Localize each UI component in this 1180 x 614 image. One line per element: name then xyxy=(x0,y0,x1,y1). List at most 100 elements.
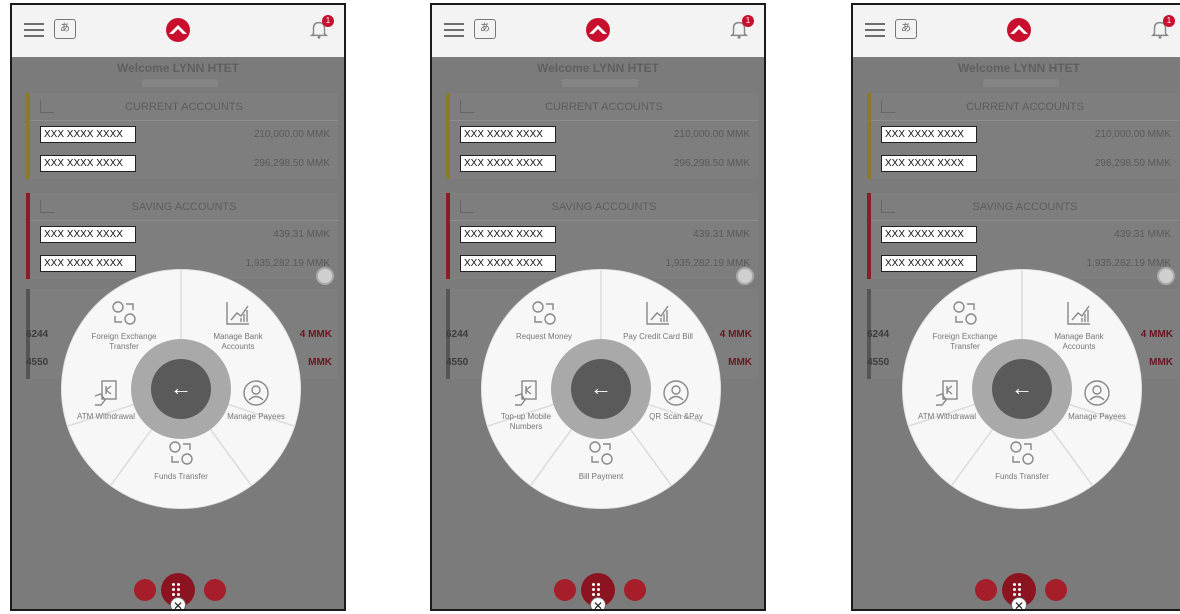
chart-icon xyxy=(460,200,474,213)
language-switch-icon[interactable]: あ xyxy=(54,19,76,39)
account-balance: 210,000.00 MMK xyxy=(1094,129,1171,140)
card-title: SAVING ACCOUNTS xyxy=(972,201,1078,213)
hamburger-menu-icon[interactable] xyxy=(865,23,885,37)
chart-icon xyxy=(881,100,895,113)
wheel-item-label: ATM Withdrawal xyxy=(76,412,136,421)
saving-accounts-card[interactable]: SAVING ACCOUNTS XXX XXXX XXXX 439.31 MMK… xyxy=(867,193,1179,279)
account-row[interactable]: XXX XXXX XXXX 296,298.50 MMK xyxy=(450,150,758,179)
account-number: XXX XXXX XXXX xyxy=(460,155,556,172)
dock-right-icon[interactable] xyxy=(204,579,226,601)
card-number-partial: 4550 xyxy=(446,357,469,368)
account-number: XXX XXXX XXXX xyxy=(881,226,977,243)
account-balance: 1,935,282.19 MMK xyxy=(245,258,331,269)
grid-dots-icon xyxy=(591,582,605,596)
wheel-item-top-right[interactable]: Manage Bank Accounts xyxy=(198,298,278,352)
bank-accounts-chart-icon xyxy=(1067,302,1090,325)
close-icon[interactable]: ✕ xyxy=(590,597,606,609)
saving-accounts-card[interactable]: SAVING ACCOUNTS XXX XXXX XXXX 439.31 MMK… xyxy=(446,193,758,279)
wheel-item-label: Funds Transfer xyxy=(995,472,1049,481)
payee-user-icon xyxy=(1084,380,1110,406)
account-balance: 296,298.50 MMK xyxy=(1094,158,1171,169)
top-bar: あ 1 xyxy=(432,5,764,57)
wheel-item-label: Pay Credit Card Bill xyxy=(623,332,693,341)
funds-transfer-icon xyxy=(169,441,193,465)
wheel-item-label: Funds Transfer xyxy=(154,472,208,481)
account-number: XXX XXXX XXXX xyxy=(460,126,556,143)
phone-screen-1: あ 1 Welcome LYNN HTET CURRENT ACCOUNTS X… xyxy=(10,3,346,611)
card-title: CURRENT ACCOUNTS xyxy=(545,101,663,113)
close-icon[interactable]: ✕ xyxy=(170,597,186,609)
back-arrow-icon[interactable]: ← xyxy=(151,359,211,419)
account-number: XXX XXXX XXXX xyxy=(881,155,977,172)
back-arrow-icon[interactable]: ← xyxy=(992,359,1052,419)
card-balance-partial: 4 MMK xyxy=(719,329,752,340)
wheel-item-top-left[interactable]: Request Money xyxy=(504,298,584,342)
atm-hand-icon xyxy=(935,380,958,406)
bottom-dock: ✕ xyxy=(12,569,344,609)
dock-right-icon[interactable] xyxy=(1045,579,1067,601)
bank-accounts-chart-icon xyxy=(646,302,669,325)
notification-badge: 1 xyxy=(742,15,754,27)
account-balance: 439.31 MMK xyxy=(1114,229,1171,240)
atm-hand-icon xyxy=(94,380,117,406)
saving-accounts-card[interactable]: SAVING ACCOUNTS XXX XXXX XXXX 439.31 MMK… xyxy=(26,193,338,279)
language-switch-icon[interactable]: あ xyxy=(895,19,917,39)
funds-transfer-icon xyxy=(589,441,613,465)
wheel-item-label: Foreign Exchange Transfer xyxy=(932,332,998,351)
wheel-item-bottom[interactable]: Funds Transfer xyxy=(982,438,1062,482)
wheel-item-bottom[interactable]: Bill Payment xyxy=(561,438,641,482)
phone-screen-3: あ 1 Welcome LYNN HTET CURRENT ACCOUNTS X… xyxy=(851,3,1180,611)
current-accounts-card[interactable]: CURRENT ACCOUNTS XXX XXXX XXXX 210,000.0… xyxy=(446,93,758,179)
notification-bell-icon[interactable]: 1 xyxy=(1149,15,1175,42)
hamburger-menu-icon[interactable] xyxy=(444,23,464,37)
chart-icon xyxy=(40,100,54,113)
dock-left-icon[interactable] xyxy=(554,579,576,601)
back-arrow-icon[interactable]: ← xyxy=(571,359,631,419)
dock-right-icon[interactable] xyxy=(624,579,646,601)
current-accounts-card[interactable]: CURRENT ACCOUNTS XXX XXXX XXXX 210,000.0… xyxy=(867,93,1179,179)
chart-icon xyxy=(40,200,54,213)
notification-bell-icon[interactable]: 1 xyxy=(308,15,334,42)
card-balance-partial: 4 MMK xyxy=(299,329,332,340)
wheel-item-label: Manage Payees xyxy=(1068,412,1126,421)
settings-gear-icon[interactable] xyxy=(736,267,754,285)
current-accounts-card[interactable]: CURRENT ACCOUNTS XXX XXXX XXXX 210,000.0… xyxy=(26,93,338,179)
account-row[interactable]: XXX XXXX XXXX 296,298.50 MMK xyxy=(871,150,1179,179)
close-icon[interactable]: ✕ xyxy=(1011,597,1027,609)
account-row[interactable]: XXX XXXX XXXX 439.31 MMK xyxy=(871,221,1179,250)
account-number: XXX XXXX XXXX xyxy=(881,126,977,143)
account-row[interactable]: XXX XXXX XXXX 210,000.00 MMK xyxy=(450,121,758,150)
notification-bell-icon[interactable]: 1 xyxy=(728,15,754,42)
account-row[interactable]: XXX XXXX XXXX 210,000.00 MMK xyxy=(30,121,338,150)
settings-gear-icon[interactable] xyxy=(1157,267,1175,285)
card-balance-partial: MMK xyxy=(728,357,752,368)
hamburger-menu-icon[interactable] xyxy=(24,23,44,37)
bottom-dock: ✕ xyxy=(853,569,1180,609)
wheel-item-top-left[interactable]: Foreign Exchange Transfer xyxy=(84,298,164,352)
welcome-text: Welcome LYNN HTET xyxy=(957,61,1081,75)
wheel-item-top-right[interactable]: Pay Credit Card Bill xyxy=(618,298,698,342)
card-title: CURRENT ACCOUNTS xyxy=(966,101,1084,113)
account-row[interactable]: XXX XXXX XXXX 439.31 MMK xyxy=(450,221,758,250)
settings-gear-icon[interactable] xyxy=(316,267,334,285)
wheel-item-bottom[interactable]: Funds Transfer xyxy=(141,438,221,482)
wheel-item-top-left[interactable]: Foreign Exchange Transfer xyxy=(925,298,1005,352)
card-title: SAVING ACCOUNTS xyxy=(551,201,657,213)
account-row[interactable]: XXX XXXX XXXX 439.31 MMK xyxy=(30,221,338,250)
account-row[interactable]: XXX XXXX XXXX 296,298.50 MMK xyxy=(30,150,338,179)
wheel-item-top-right[interactable]: Manage Bank Accounts xyxy=(1039,298,1119,352)
quick-action-wheel: Foreign Exchange Transfer Manage Bank Ac… xyxy=(903,270,1141,508)
account-balance: 439.31 MMK xyxy=(693,229,750,240)
card-balance-partial: MMK xyxy=(1149,357,1173,368)
grid-dots-icon xyxy=(171,582,185,596)
welcome-text: Welcome LYNN HTET xyxy=(536,61,660,75)
dock-left-icon[interactable] xyxy=(134,579,156,601)
card-number-partial: 4550 xyxy=(26,357,49,368)
card-number-partial: 6244 xyxy=(26,329,49,340)
language-switch-icon[interactable]: あ xyxy=(474,19,496,39)
payee-user-icon xyxy=(663,380,689,406)
account-row[interactable]: XXX XXXX XXXX 210,000.00 MMK xyxy=(871,121,1179,150)
quick-action-wheel: Request Money Pay Credit Card Bill Top-u… xyxy=(482,270,720,508)
dock-left-icon[interactable] xyxy=(975,579,997,601)
wheel-item-label: Bill Payment xyxy=(578,472,624,481)
